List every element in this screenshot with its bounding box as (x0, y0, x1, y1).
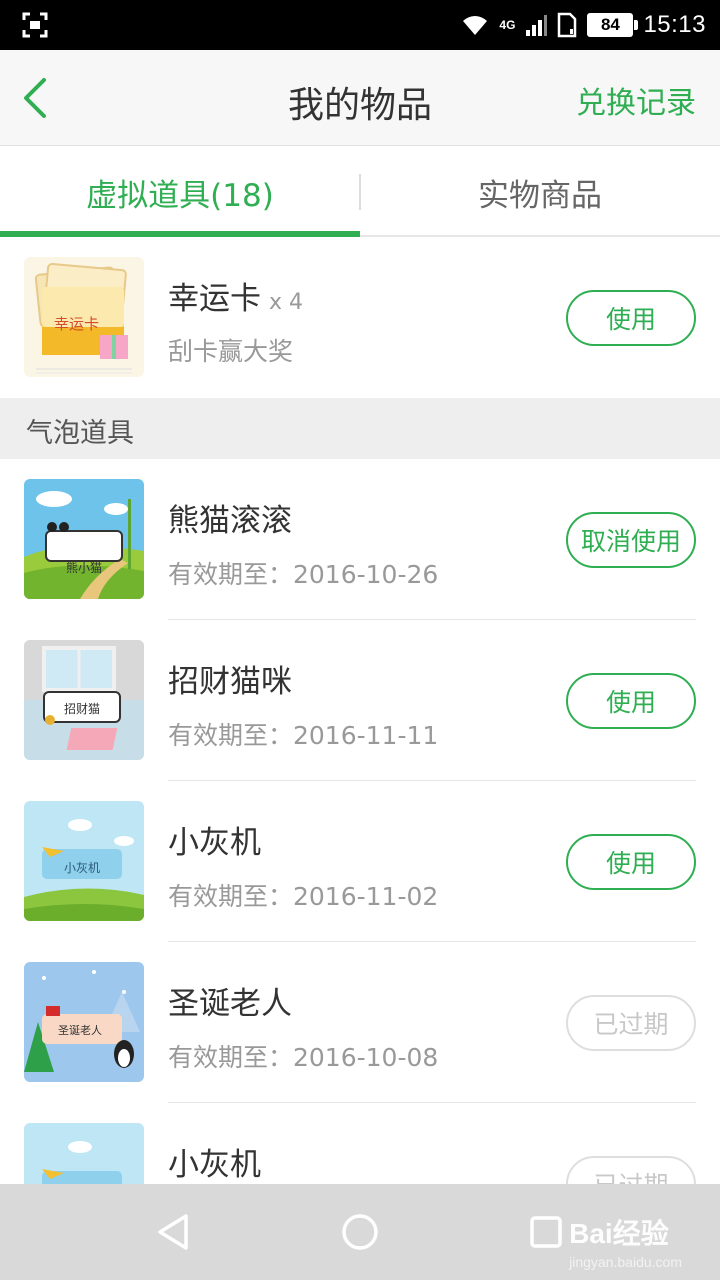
use-button[interactable]: 使用 (566, 834, 696, 890)
cancel-use-button[interactable]: 取消使用 (566, 512, 696, 568)
plane-bubble-thumbnail: 小灰机 (24, 801, 144, 921)
use-button[interactable]: 使用 (566, 673, 696, 729)
sim-icon (558, 12, 577, 38)
network-type: 4G (499, 18, 516, 32)
item-title: 幸运卡 x 4 (168, 273, 303, 318)
baidu-jingyan-watermark: Bai经验 jingyan.baidu.com (569, 1212, 682, 1270)
list-item-panda: 熊小猫 熊猫滚滚 有效期至：2016-10-26 取消使用 (0, 459, 720, 620)
panda-bubble-thumbnail: 熊小猫 (24, 479, 144, 599)
list-item-lucky-card: 幸运卡 幸运卡 x 4 刮卡赢大奖 使用 (0, 237, 720, 398)
back-triangle-icon[interactable] (152, 1210, 196, 1254)
lucky-card-subtitle: 刮卡赢大奖 (168, 337, 294, 366)
lucky-cat-bubble-thumbnail: 招财猫 (24, 640, 144, 760)
list-item-santa: 圣诞老人 圣诞老人 有效期至：2016-10-08 已过期 (0, 942, 720, 1103)
lucky-card-thumb-label: 幸运卡 (54, 315, 100, 333)
bubble-expiry: 有效期至：2016-10-26 (168, 560, 439, 589)
bubble-expiry: 有效期至：2016-10-08 (168, 1043, 439, 1072)
bubble-title: 小灰机 (168, 825, 261, 861)
watermark-main: Bai经验 (569, 1218, 669, 1249)
recent-apps-icon[interactable] (526, 1210, 570, 1254)
bubble-title: 小灰机 (168, 1147, 261, 1183)
bubble-title: 圣诞老人 (168, 986, 292, 1022)
santa-thumb-label: 圣诞老人 (58, 1024, 102, 1037)
battery-indicator: 84 (587, 13, 639, 37)
bubble-title: 招财猫咪 (168, 664, 292, 700)
lucky-card-title: 幸运卡 (168, 281, 261, 317)
tab-physical-goods[interactable]: 实物商品 (360, 147, 720, 237)
plane-thumb-label: 小灰机 (64, 861, 101, 875)
system-nav-bar: Bai经验 jingyan.baidu.com (0, 1184, 720, 1280)
expired-button: 已过期 (566, 995, 696, 1051)
list-item-plane: 小灰机 小灰机 有效期至：2016-11-02 使用 (0, 781, 720, 942)
signal-icon (526, 15, 548, 36)
section-title: 气泡道具 (26, 418, 134, 449)
bubble-expiry: 有效期至：2016-11-11 (168, 721, 439, 750)
lucky-card-thumbnail: 幸运卡 (24, 257, 144, 377)
section-header-bubble-items: 气泡道具 (0, 398, 720, 459)
lucky-cat-thumb-label: 招财猫 (64, 702, 101, 716)
wifi-icon (463, 16, 488, 35)
watermark-url: jingyan.baidu.com (569, 1254, 682, 1270)
bubble-expiry: 有效期至：2016-11-02 (168, 882, 439, 911)
use-button[interactable]: 使用 (566, 290, 696, 346)
screenshot-icon (22, 12, 48, 38)
tab-virtual-items[interactable]: 虚拟道具(18) (0, 147, 360, 237)
bubble-title: 熊猫滚滚 (168, 503, 292, 539)
home-circle-icon[interactable] (338, 1210, 382, 1254)
santa-bubble-thumbnail: 圣诞老人 (24, 962, 144, 1082)
status-bar: 4G 84 15:13 (0, 0, 720, 50)
clock: 15:13 (643, 11, 706, 38)
panda-thumb-label: 熊小猫 (66, 561, 103, 575)
tab-bar: 虚拟道具(18) 实物商品 (0, 147, 720, 237)
exchange-record-link[interactable]: 兑换记录 (576, 78, 696, 122)
app-header: 我的物品 兑换记录 (0, 50, 720, 146)
list-item-lucky-cat: 招财猫 招财猫咪 有效期至：2016-11-11 使用 (0, 620, 720, 781)
lucky-card-quantity: x 4 (269, 290, 304, 315)
battery-level: 84 (600, 15, 620, 34)
